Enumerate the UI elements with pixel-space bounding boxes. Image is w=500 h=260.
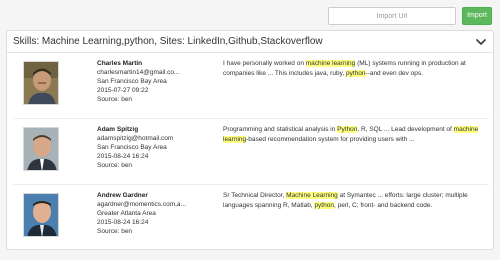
candidate-location: Greater Atlanta Area xyxy=(97,210,156,217)
candidate-name[interactable]: Adam Spitzig xyxy=(97,125,217,134)
snippet-highlight: Python xyxy=(337,126,358,133)
candidate-date: 2015-07-27 09:22 xyxy=(97,87,149,94)
candidate-email: adamspitzig@hotmail.com xyxy=(97,135,174,142)
avatar xyxy=(23,193,59,237)
import-button[interactable]: Import xyxy=(462,7,492,25)
candidate-snippet: I have personally worked on machine lear… xyxy=(223,59,487,79)
import-url-input[interactable] xyxy=(328,7,456,25)
snippet-highlight: machine learning xyxy=(305,60,356,67)
candidate-date: 2015-08-24 16:24 xyxy=(97,153,149,160)
snippet-highlight: Machine Learning xyxy=(286,192,338,199)
candidate-name[interactable]: Charles Martin xyxy=(97,59,217,68)
candidate-meta: Adam Spitzig adamspitzig@hotmail.com San… xyxy=(97,125,217,170)
snippet-text: --and even dev ops. xyxy=(365,70,423,77)
candidate-snippet: Programming and statistical analysis in … xyxy=(223,125,487,145)
avatar xyxy=(23,61,59,105)
avatar xyxy=(23,127,59,171)
panel-header[interactable]: Skills: Machine Learning,python, Sites: … xyxy=(7,31,493,53)
candidate-date: 2015-08-24 16:24 xyxy=(97,219,149,226)
import-bar: Import xyxy=(0,6,500,26)
candidate-location: San Francisco Bay Area xyxy=(97,144,167,151)
snippet-text: Sr Technical Director, xyxy=(223,192,287,199)
snippet-text: , perl, C; front- and backend code. xyxy=(333,202,433,209)
candidate-location: San Francisco Bay Area xyxy=(97,78,167,85)
snippet-highlight: python xyxy=(314,202,334,209)
snippet-text: I have personally worked on xyxy=(223,60,306,67)
candidate-source: Source: ben xyxy=(97,228,133,235)
result-row[interactable]: Adam Spitzig adamspitzig@hotmail.com San… xyxy=(7,119,495,185)
snippet-text: , R, SQL ... Lead development of xyxy=(357,126,454,133)
candidate-snippet: Sr Technical Director, Machine Learning … xyxy=(223,191,487,211)
candidate-name[interactable]: Andrew Gardner xyxy=(97,191,217,200)
candidate-source: Source: ben xyxy=(97,96,133,103)
candidate-meta: Charles Martin charlesmartin14@gmail.co.… xyxy=(97,59,217,104)
results-panel: Skills: Machine Learning,python, Sites: … xyxy=(6,30,494,250)
candidate-email: charlesmartin14@gmail.co... xyxy=(97,69,180,76)
snippet-text: Programming and statistical analysis in xyxy=(223,126,338,133)
snippet-highlight: python xyxy=(345,70,366,77)
snippet-text: -based recommendation system for providi… xyxy=(246,136,415,143)
result-row[interactable]: Andrew Gardner agardner@momentics.com,a.… xyxy=(7,185,495,251)
candidate-meta: Andrew Gardner agardner@momentics.com,a.… xyxy=(97,191,217,236)
chevron-down-icon[interactable] xyxy=(475,36,487,48)
candidate-email: agardner@momentics.com,a... xyxy=(97,201,186,208)
panel-title: Skills: Machine Learning,python, Sites: … xyxy=(13,36,323,47)
result-row[interactable]: Charles Martin charlesmartin14@gmail.co.… xyxy=(7,53,495,119)
candidate-source: Source: ben xyxy=(97,162,133,169)
